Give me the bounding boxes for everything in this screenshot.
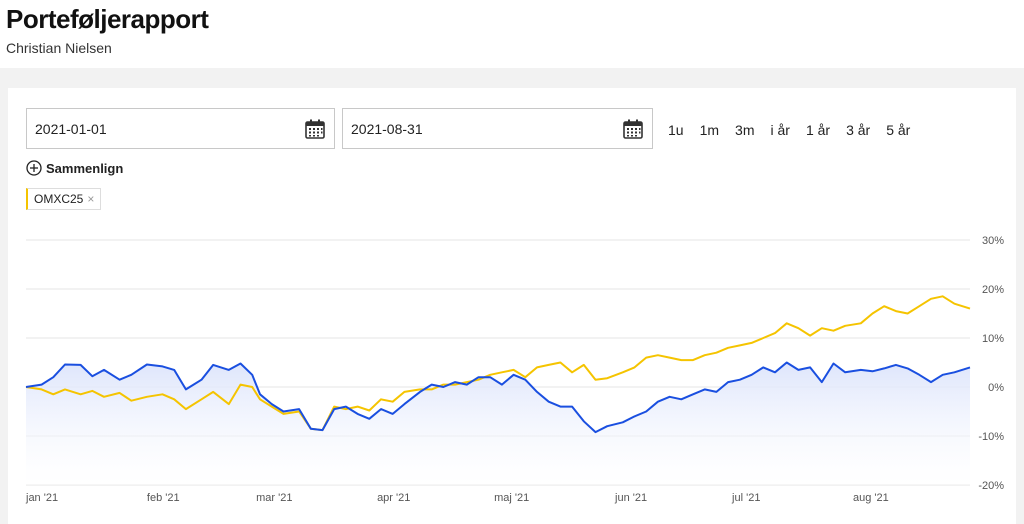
compare-label: Sammenlign bbox=[46, 160, 124, 176]
compare-chip-label: OMXC25 bbox=[34, 192, 84, 206]
series-area bbox=[26, 362, 970, 485]
range-1-year[interactable]: 1 år bbox=[806, 122, 830, 138]
range-selector: 1u 1m 3m i år 1 år 3 år 5 år bbox=[668, 122, 926, 138]
performance-chart: 30% 20% 10% 0% -10% -20% jan '21 feb '21 mar '2… bbox=[25, 235, 1004, 504]
y-tick-label: 20% bbox=[982, 284, 1004, 296]
to-date-value: 2021-08-31 bbox=[351, 121, 423, 137]
y-tick-label: -20% bbox=[978, 480, 1004, 492]
to-date-field[interactable]: 2021-08-31 bbox=[342, 108, 653, 149]
y-tick-label: 0% bbox=[988, 382, 1004, 394]
page-subtitle: Christian Nielsen bbox=[6, 40, 112, 56]
x-tick-label: apr '21 bbox=[377, 492, 410, 504]
range-3-months[interactable]: 3m bbox=[735, 122, 754, 138]
x-tick-label: aug '21 bbox=[853, 492, 889, 504]
report-card: 2021-01-01 2021-08-31 1u 1m 3m i år 1 år… bbox=[8, 88, 1016, 524]
y-tick-label: 30% bbox=[982, 235, 1004, 247]
x-tick-label: jul '21 bbox=[731, 492, 760, 504]
compare-button[interactable]: Sammenlign bbox=[26, 160, 123, 176]
x-tick-label: mar '21 bbox=[256, 492, 292, 504]
add-circle-icon bbox=[26, 160, 42, 176]
close-icon[interactable]: × bbox=[87, 192, 94, 206]
range-1-week[interactable]: 1u bbox=[668, 122, 684, 138]
from-date-value: 2021-01-01 bbox=[35, 121, 107, 137]
range-5-years[interactable]: 5 år bbox=[886, 122, 910, 138]
y-tick-label: -10% bbox=[978, 431, 1004, 443]
x-tick-label: jun '21 bbox=[614, 492, 647, 504]
y-tick-label: 10% bbox=[982, 333, 1004, 345]
compare-chip-omxc25: OMXC25 × bbox=[26, 188, 102, 210]
range-3-years[interactable]: 3 år bbox=[846, 122, 870, 138]
x-tick-label: feb '21 bbox=[147, 492, 180, 504]
x-tick-label: jan '21 bbox=[25, 492, 58, 504]
range-1-month[interactable]: 1m bbox=[700, 122, 719, 138]
range-year-to-date[interactable]: i år bbox=[770, 122, 789, 138]
from-date-field[interactable]: 2021-01-01 bbox=[26, 108, 335, 149]
page-title: Porteføljerapport bbox=[6, 4, 209, 34]
calendar-icon[interactable] bbox=[622, 118, 644, 140]
x-tick-label: maj '21 bbox=[494, 492, 529, 504]
page-header: Porteføljerapport Christian Nielsen bbox=[0, 0, 1024, 68]
calendar-icon[interactable] bbox=[304, 118, 326, 140]
